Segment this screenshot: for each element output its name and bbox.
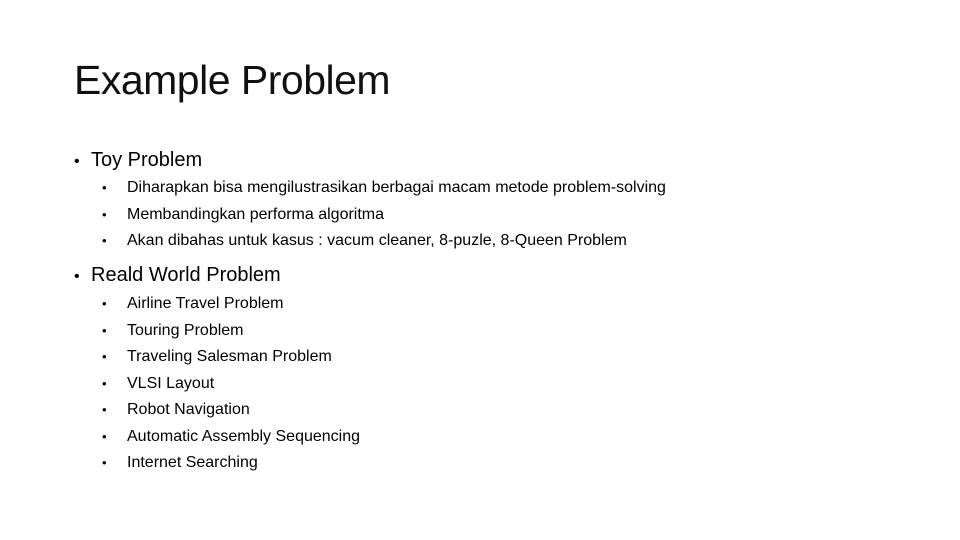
list-item-text: Diharapkan bisa mengilustrasikan berbaga…	[127, 179, 666, 196]
section-real-world-problem: • Reald World Problem • Airline Travel Pr…	[74, 262, 360, 471]
list-item: • Diharapkan bisa mengilustrasikan berbag…	[102, 175, 666, 202]
list-item: • Akan dibahas untuk kasus : vacum cleane…	[102, 228, 666, 255]
list-item-text: Traveling Salesman Problem	[127, 348, 332, 365]
sub-list: • Airline Travel Problem • Touring Problem…	[102, 291, 360, 477]
list-item-text: VLSI Layout	[127, 374, 215, 392]
list-item-text: Akan dibahas untuk kasus : vacum cleaner…	[127, 232, 627, 249]
bullet-icon: •	[74, 268, 80, 285]
list-item: • Airline Travel Problem	[102, 291, 360, 318]
bullet-icon: •	[102, 206, 107, 222]
heading-text: Reald World Problem	[91, 264, 281, 286]
bullet-icon: •	[102, 375, 107, 391]
list-item-text: Membandingkan performa algoritma	[127, 205, 385, 223]
list-item-text: Touring Problem	[127, 321, 244, 339]
list-item: • Automatic Assembly Sequencing	[102, 424, 360, 451]
bullet-icon: •	[102, 296, 107, 311]
bullet-icon: •	[102, 428, 107, 444]
bullet-icon: •	[102, 402, 107, 417]
bullet-icon: •	[102, 349, 107, 364]
slide-title: Example Problem	[74, 57, 391, 103]
heading-text: Toy Problem	[91, 149, 203, 171]
bullet-icon: •	[102, 233, 107, 248]
list-item-text: Robot Navigation	[127, 401, 250, 418]
list-item: • Touring Problem	[102, 318, 360, 345]
section-toy-problem: • Toy Problem • Diharapkan bisa mengilust…	[74, 147, 666, 249]
list-item-text: Automatic Assembly Sequencing	[127, 427, 361, 445]
list-item: • Robot Navigation	[102, 397, 360, 424]
section-heading: • Reald World Problem	[74, 262, 281, 290]
list-item: • Traveling Salesman Problem	[102, 344, 360, 371]
list-item: • Internet Searching	[102, 450, 360, 477]
bullet-icon: •	[102, 455, 107, 470]
bullet-icon: •	[74, 153, 80, 170]
list-item-text: Airline Travel Problem	[127, 295, 284, 312]
sub-list: • Diharapkan bisa mengilustrasikan berbag…	[102, 175, 666, 255]
list-item: • VLSI Layout	[102, 371, 360, 398]
section-heading: • Toy Problem	[74, 147, 202, 175]
list-item: • Membandingkan performa algoritma	[102, 202, 666, 229]
list-item-text: Internet Searching	[127, 454, 258, 471]
bullet-icon: •	[102, 180, 107, 195]
bullet-icon: •	[102, 322, 107, 338]
